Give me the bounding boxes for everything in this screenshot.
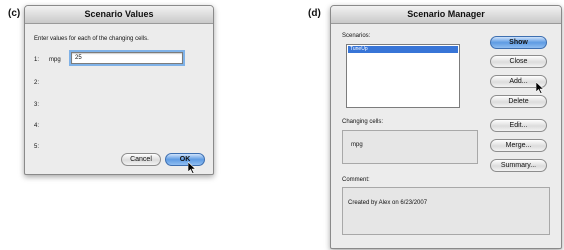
dialog-title: Scenario Manager: [331, 6, 561, 24]
comment-text: Created by Alex on 6/23/2007: [348, 200, 428, 206]
scenario-item-tuneup[interactable]: TuneUp: [348, 46, 458, 53]
mouse-pointer-icon: [536, 82, 544, 94]
merge-button[interactable]: Merge...: [490, 139, 547, 152]
summary-button[interactable]: Summary...: [490, 159, 547, 172]
row-2-number: 2:: [34, 80, 40, 86]
comment-box: Created by Alex on 6/23/2007: [342, 187, 550, 235]
show-button[interactable]: Show: [490, 36, 547, 49]
close-button[interactable]: Close: [490, 55, 547, 68]
edit-button[interactable]: Edit...: [490, 119, 547, 132]
row-1-number: 1:: [34, 57, 40, 63]
delete-button[interactable]: Delete: [490, 95, 547, 108]
row-4-number: 4:: [34, 123, 40, 129]
cancel-button[interactable]: Cancel: [121, 153, 161, 166]
comment-label: Comment:: [342, 177, 370, 183]
row-5-number: 5:: [34, 144, 40, 150]
changing-cells-label: Changing cells:: [342, 119, 384, 125]
changing-cells-box: mpg: [342, 130, 478, 164]
panel-label-d: (d): [308, 8, 321, 19]
instruction-text: Enter values for each of the changing ce…: [34, 36, 149, 42]
changing-cells-value: mpg: [351, 142, 363, 148]
value-input-1[interactable]: 25: [71, 52, 183, 64]
row-1-cell-name: mpg: [49, 57, 61, 63]
scenarios-list[interactable]: TuneUp: [346, 44, 460, 108]
scenario-values-dialog: Scenario Values Enter values for each of…: [24, 5, 214, 175]
dialog-title: Scenario Values: [25, 6, 213, 24]
scenario-manager-dialog: Scenario Manager Scenarios: TuneUp Show …: [330, 5, 562, 249]
row-3-number: 3:: [34, 102, 40, 108]
ok-button[interactable]: OK: [165, 153, 205, 166]
mouse-pointer-icon: [188, 162, 196, 174]
panel-label-c: (c): [8, 8, 21, 19]
scenarios-label: Scenarios:: [342, 33, 371, 39]
